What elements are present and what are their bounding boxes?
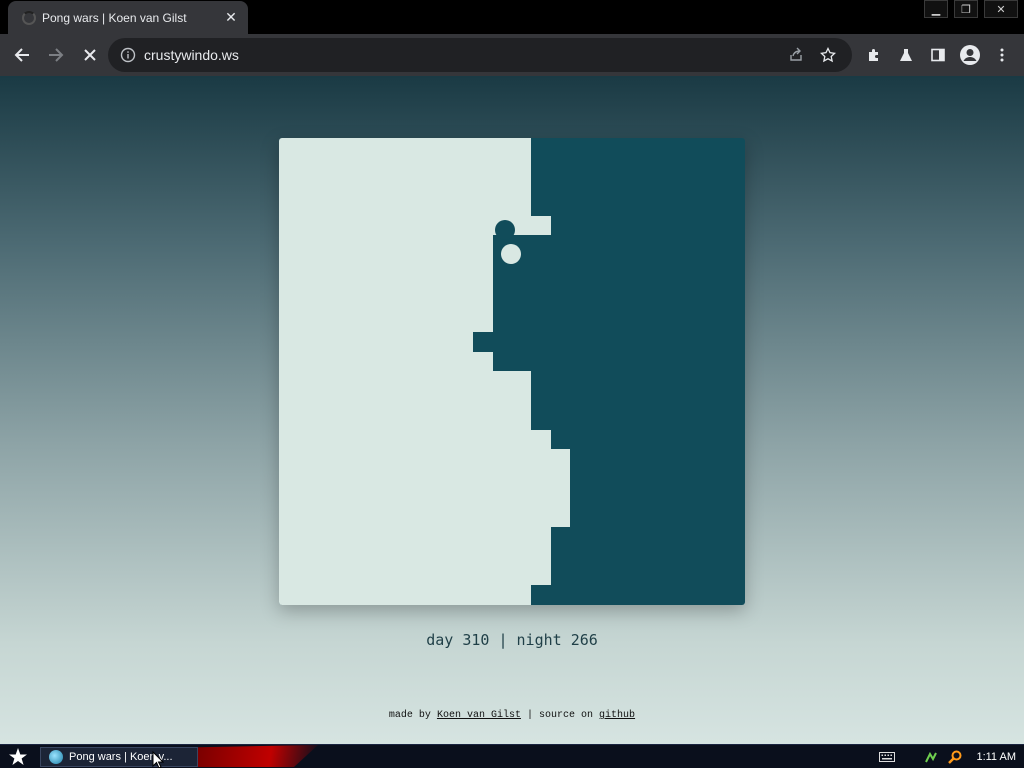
made-by-text: made by bbox=[388, 710, 431, 721]
window-controls: ▁ ❐ ✕ bbox=[918, 0, 1018, 18]
network-icon[interactable] bbox=[922, 748, 940, 766]
taskbar-window-button[interactable]: Pong wars | Koen v... bbox=[40, 747, 198, 767]
night-score: 266 bbox=[570, 631, 598, 649]
pong-wars-canvas bbox=[279, 138, 745, 605]
github-link[interactable]: github bbox=[599, 710, 635, 721]
restore-button[interactable]: ❐ bbox=[954, 0, 978, 18]
star-icon[interactable] bbox=[814, 41, 842, 69]
puzzle-icon[interactable] bbox=[858, 41, 890, 69]
day-score: 310 bbox=[462, 631, 490, 649]
browser-tab[interactable]: Pong wars | Koen van Gilst ✕ bbox=[8, 1, 248, 34]
browser-globe-icon bbox=[49, 750, 63, 764]
author-link[interactable]: Koen van Gilst bbox=[437, 710, 521, 721]
game-board bbox=[279, 138, 745, 605]
day-territory bbox=[279, 138, 570, 605]
search-icon[interactable] bbox=[946, 748, 964, 766]
system-tray: 1:11 AM bbox=[872, 747, 1016, 767]
score-line: day 310 | night 266 bbox=[0, 631, 1024, 649]
stop-loading-icon[interactable] bbox=[76, 41, 104, 69]
page-viewport: day 310 | night 266 made by Koen van Gil… bbox=[0, 76, 1024, 744]
loading-spinner-icon bbox=[22, 10, 36, 25]
page-footer: made by Koen van Gilst | source on githu… bbox=[0, 710, 1024, 721]
toolbar-actions bbox=[858, 41, 1018, 69]
browser-title-bar: Pong wars | Koen van Gilst ✕ ▁ ❐ ✕ bbox=[0, 0, 1024, 34]
tab-title: Pong wars | Koen van Gilst bbox=[42, 10, 187, 25]
flask-icon[interactable] bbox=[890, 41, 922, 69]
back-arrow-icon[interactable] bbox=[8, 41, 36, 69]
info-icon[interactable] bbox=[118, 45, 138, 65]
taskbar-decoration bbox=[198, 745, 318, 767]
keyboard-icon[interactable] bbox=[878, 748, 896, 766]
close-window-button[interactable]: ✕ bbox=[984, 0, 1018, 18]
night-label: night bbox=[516, 631, 562, 649]
mouse-cursor-icon bbox=[152, 751, 164, 768]
minimize-button[interactable]: ▁ bbox=[924, 0, 948, 18]
browser-toolbar: crustywindo.ws bbox=[0, 34, 1024, 76]
url-text[interactable]: crustywindo.ws bbox=[144, 47, 778, 63]
star-icon[interactable] bbox=[4, 746, 32, 768]
share-icon[interactable] bbox=[782, 41, 810, 69]
close-tab-icon[interactable]: ✕ bbox=[222, 10, 240, 26]
day-ball bbox=[501, 244, 521, 264]
kebab-menu-icon[interactable] bbox=[986, 41, 1018, 69]
forward-arrow-icon[interactable] bbox=[42, 41, 70, 69]
day-label: day bbox=[426, 631, 454, 649]
source-text: source on bbox=[539, 710, 594, 721]
footer-separator: | bbox=[526, 710, 533, 721]
night-ball bbox=[495, 220, 515, 240]
address-bar[interactable]: crustywindo.ws bbox=[108, 38, 852, 72]
taskbar-clock: 1:11 AM bbox=[976, 751, 1016, 763]
side-panel-icon[interactable] bbox=[922, 41, 954, 69]
profile-icon[interactable] bbox=[954, 41, 986, 69]
